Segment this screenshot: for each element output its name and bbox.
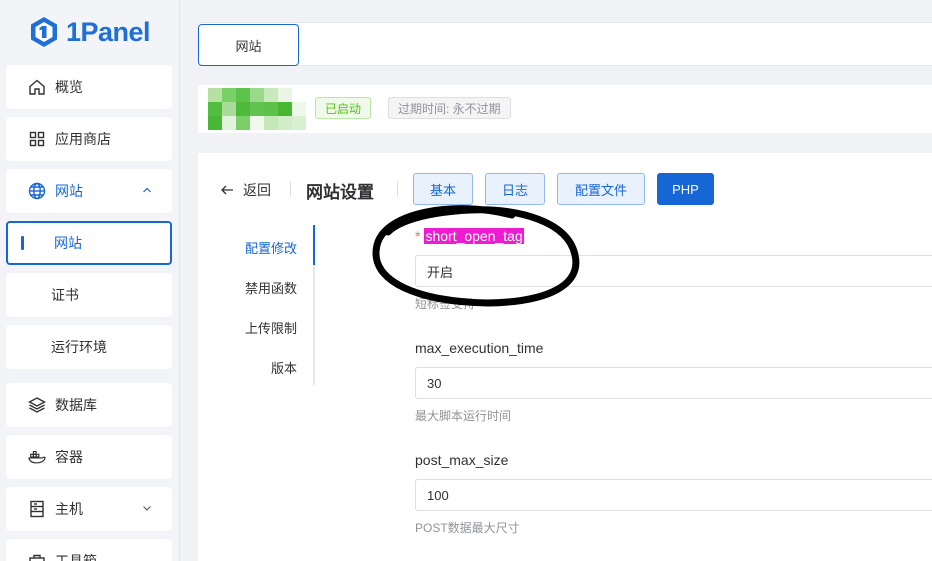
sidebar-item-label: 概览 — [55, 79, 83, 95]
sidebar-item-label: 网站 — [54, 235, 82, 251]
sidebar-item-certificates[interactable]: 证书 — [6, 273, 172, 317]
sidebar: 1Panel 概览 应用商店 网站 网站 证书 运行环境 数据库 容器 主机 工… — [0, 0, 180, 561]
sidebar-item-overview[interactable]: 概览 — [6, 65, 172, 109]
status-badge: 已启动 — [315, 97, 372, 119]
max-execution-time-input[interactable]: 30 — [415, 367, 932, 399]
config-file-button[interactable]: 配置文件 — [557, 173, 645, 205]
subnav-disabled-functions[interactable]: 禁用函数 — [245, 278, 297, 297]
home-icon — [28, 78, 46, 96]
logs-button[interactable]: 日志 — [485, 173, 545, 205]
sidebar-item-database[interactable]: 数据库 — [6, 383, 172, 427]
subnav-active-indicator — [313, 225, 315, 265]
max-execution-time-label: max_execution_time — [415, 340, 544, 356]
pixelated-site-name — [208, 88, 308, 130]
chevron-down-icon — [143, 506, 151, 511]
divider — [290, 181, 291, 197]
divider — [397, 181, 398, 197]
sidebar-item-runtime[interactable]: 运行环境 — [6, 325, 172, 369]
sidebar-item-label: 网站 — [55, 183, 83, 199]
short-open-tag-select[interactable]: 开启 — [415, 255, 932, 287]
tab-website[interactable]: 网站 — [198, 24, 299, 66]
sidebar-item-website[interactable]: 网站 — [6, 169, 172, 213]
sidebar-item-container[interactable]: 容器 — [6, 435, 172, 479]
expiry-badge: 过期时间: 永不过期 — [388, 97, 511, 119]
layers-icon — [28, 396, 46, 414]
short-open-tag-label: * short_open_tag — [415, 228, 524, 244]
post-max-size-label: post_max_size — [415, 452, 509, 468]
post-max-size-input[interactable]: 100 — [415, 479, 932, 511]
site-info-bar: 已启动 过期时间: 永不过期 — [198, 85, 932, 133]
settings-subnav: 配置修改 禁用函数 上传限制 版本 — [220, 225, 315, 385]
sidebar-item-label: 运行环境 — [51, 339, 107, 355]
sidebar-item-label: 主机 — [55, 501, 83, 517]
sidebar-item-label: 数据库 — [55, 397, 97, 413]
brand-name: 1Panel — [66, 16, 151, 47]
basic-button[interactable]: 基本 — [413, 173, 473, 205]
sidebar-item-toolbox[interactable]: 工具箱 — [6, 539, 172, 561]
sidebar-item-label: 证书 — [51, 287, 79, 303]
post-max-size-hint: POST数据最大尺寸 — [415, 521, 520, 535]
server-icon — [28, 500, 46, 518]
tab-bar: 网站 — [198, 22, 932, 66]
subnav-version[interactable]: 版本 — [271, 358, 297, 377]
required-marker: * — [415, 228, 421, 244]
arrow-left-icon — [221, 185, 233, 195]
grid-icon — [28, 130, 46, 148]
back-button[interactable]: 返回 — [220, 180, 271, 200]
sidebar-item-website-list[interactable]: 网站 — [6, 221, 172, 265]
active-indicator — [21, 236, 24, 250]
php-button[interactable]: PHP — [657, 173, 714, 205]
sidebar-item-label: 容器 — [55, 449, 83, 465]
page-title: 网站设置 — [306, 183, 374, 202]
subnav-upload-limit[interactable]: 上传限制 — [245, 318, 297, 337]
logo-mark-icon — [31, 17, 57, 47]
toolbox-icon — [28, 552, 46, 561]
chevron-up-icon — [143, 187, 151, 193]
back-label: 返回 — [243, 182, 271, 198]
docker-icon — [28, 448, 46, 466]
max-execution-time-hint: 最大脚本运行时间 — [415, 409, 512, 423]
highlighted-label-text: short_open_tag — [424, 228, 524, 244]
short-open-tag-hint: 短标签支持 — [415, 297, 476, 311]
subnav-config-edit[interactable]: 配置修改 — [245, 238, 297, 257]
settings-card: 返回 网站设置 基本 日志 配置文件 PHP 配置修改 禁用函数 上传限制 版本… — [198, 153, 932, 561]
sidebar-item-label: 工具箱 — [55, 553, 97, 561]
sidebar-item-label: 应用商店 — [55, 131, 111, 147]
globe-icon — [28, 182, 46, 200]
logo[interactable]: 1Panel — [30, 14, 151, 50]
sidebar-item-app-store[interactable]: 应用商店 — [6, 117, 172, 161]
sidebar-item-host[interactable]: 主机 — [6, 487, 172, 531]
